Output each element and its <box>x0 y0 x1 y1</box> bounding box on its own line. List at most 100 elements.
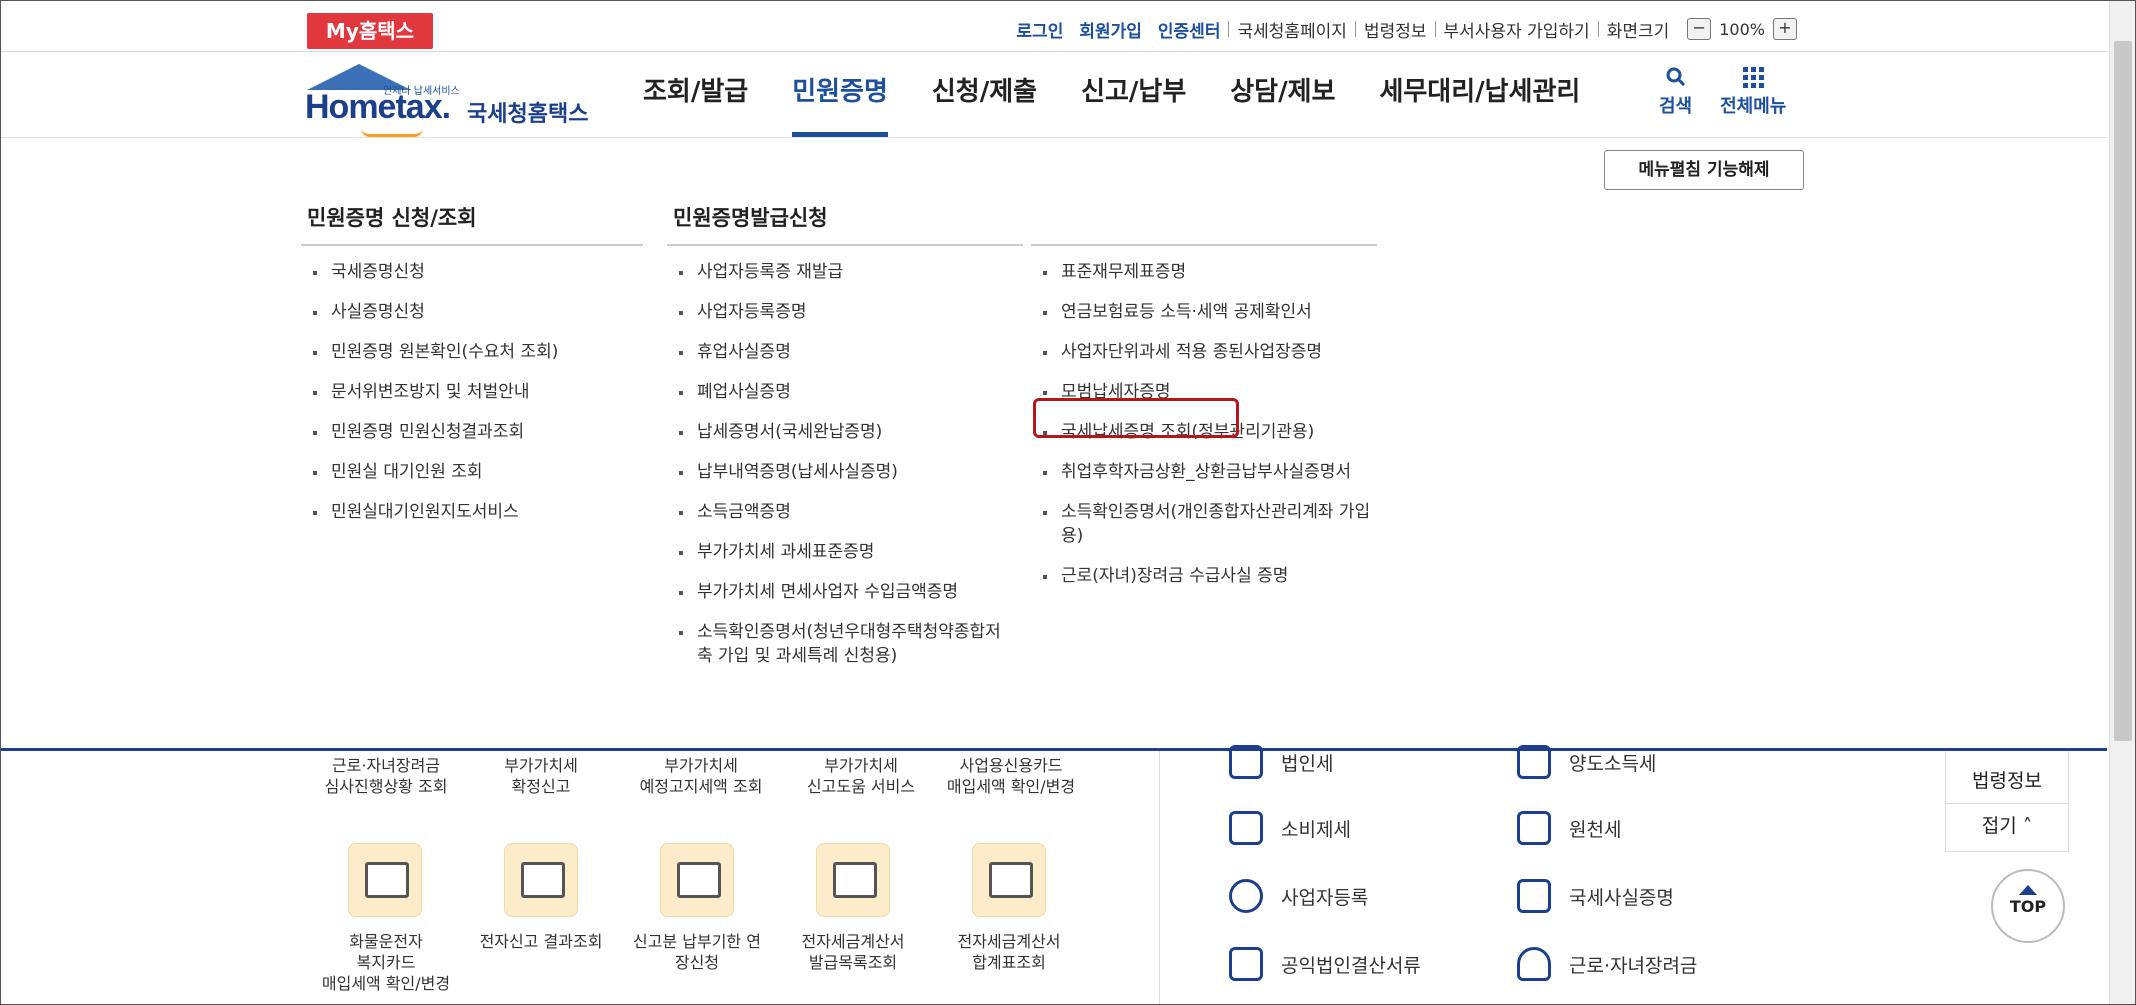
utility-bar: My홈택스 로그인 회원가입 인증센터 국세청홈페이지 법령정보 부서사용자 가… <box>1 1 2107 52</box>
menu-item[interactable]: 민원증명 원본확인(수요처 조회) <box>301 340 643 364</box>
menu-item[interactable]: 민원실 대기인원 조회 <box>301 460 643 484</box>
signup-link[interactable]: 회원가입 <box>1071 17 1150 42</box>
zoom-out-button[interactable]: − <box>1687 18 1712 40</box>
my-hometax-button[interactable]: My홈택스 <box>307 13 433 49</box>
diamond-icon <box>1229 811 1263 845</box>
tile-label[interactable]: 전자세금계산서 합계표조회 <box>931 931 1087 973</box>
tax-link-withholding[interactable]: 원천세 <box>1517 811 1621 845</box>
card-receipt-icon[interactable] <box>348 843 422 917</box>
tax-link-corporate[interactable]: 법인세 <box>1229 745 1333 779</box>
menu-item[interactable]: 사업자등록증명 <box>667 300 1005 324</box>
law-info-link[interactable]: 법령정보 <box>1356 17 1435 42</box>
menu-list: 국세증명신청 사실증명신청 민원증명 원본확인(수요처 조회) 문서위변조방지 … <box>301 246 643 524</box>
logo-swoosh <box>361 128 423 137</box>
menu-item[interactable]: 부가가치세 과세표준증명 <box>667 540 1005 564</box>
scroll-top-button[interactable]: TOP <box>1991 869 2065 943</box>
menu-item[interactable]: 근로(자녀)장려금 수급사실 증명 <box>1031 564 1377 588</box>
login-link[interactable]: 로그인 <box>1008 17 1071 42</box>
tile-glyph <box>989 862 1033 898</box>
side-quick-panel: 법령정보 접기 ˄ <box>1945 751 2069 852</box>
tax-link-transfer[interactable]: 양도소득세 <box>1517 745 1656 779</box>
tile-glyph <box>833 862 877 898</box>
tax-link-public-corp[interactable]: 공익법인결산서류 <box>1229 947 1421 981</box>
menu-item[interactable]: 민원실대기인원지도서비스 <box>301 500 643 524</box>
menu-list: 사업자등록증 재발급 사업자등록증명 휴업사실증명 폐업사실증명 납세증명서(국… <box>667 246 1005 684</box>
e-filing-result-icon[interactable] <box>504 843 578 917</box>
search-icon <box>1659 62 1692 92</box>
cert-center-link[interactable]: 인증센터 <box>1150 17 1229 42</box>
menu-item[interactable]: 국세증명신청 <box>301 260 643 284</box>
quick-link-label[interactable]: 사업용신용카드 매입세액 확인/변경 <box>931 755 1091 797</box>
menu-item[interactable]: 폐업사실증명 <box>667 380 1005 404</box>
nav-inquiry-issue[interactable]: 조회/발급 <box>621 52 770 137</box>
menu-item[interactable]: 납세증명서(국세완납증명) <box>667 420 1005 444</box>
menu-item[interactable]: 연금보험료등 소득·세액 공제확인서 <box>1031 300 1377 324</box>
menu-item[interactable]: 문서위변조방지 및 처벌안내 <box>301 380 643 404</box>
nts-homepage-link[interactable]: 국세청홈페이지 <box>1229 17 1354 42</box>
menu-item[interactable]: 사업자등록증 재발급 <box>667 260 1005 284</box>
menu-item[interactable]: 사업자단위과세 적용 종된사업장증명 <box>1031 340 1377 364</box>
vertical-scrollbar[interactable] <box>2109 1 2135 1004</box>
ledger-icon <box>1517 811 1551 845</box>
hometax-logo[interactable]: 언제나 납세서비스 Hometax. 국세청홈택스 <box>301 60 601 137</box>
side-law-info-link[interactable]: 법령정보 <box>1946 751 2068 804</box>
tile-glyph <box>365 862 409 898</box>
heart-icon <box>1517 947 1551 981</box>
logo-korean-name: 국세청홈택스 <box>467 102 589 127</box>
tax-link-incentive[interactable]: 근로·자녀장려금 <box>1517 947 1697 981</box>
page-content-behind: 근로·자녀장려금 심사진행상황 조회 부가가치세 확정신고 부가가치세 예정고지… <box>1 745 2107 1004</box>
nav-tax-agent[interactable]: 세무대리/납세관리 <box>1357 52 1602 137</box>
arrow-up-icon <box>2019 885 2037 895</box>
tile-label[interactable]: 전자신고 결과조회 <box>463 931 619 952</box>
tile-label[interactable]: 화물운전자 복지카드 매입세액 확인/변경 <box>301 931 471 994</box>
menu-item[interactable]: 사실증명신청 <box>301 300 643 324</box>
quick-link-label[interactable]: 부가가치세 예정고지세액 조회 <box>611 755 791 797</box>
quick-link-label[interactable]: 근로·자녀장려금 심사진행상황 조회 <box>301 755 471 797</box>
menu-item[interactable]: 소득금액증명 <box>667 500 1005 524</box>
search-button[interactable]: 검색 <box>1659 62 1692 118</box>
tile-label[interactable]: 신고분 납부기한 연 장신청 <box>619 931 775 973</box>
menu-column-rule <box>1031 202 1377 246</box>
tax-link-label: 양도소득세 <box>1569 752 1657 775</box>
menu-item[interactable]: 소득확인증명서(개인종합자산관리계좌 가입용) <box>1031 500 1377 548</box>
all-menu-button[interactable]: 전체메뉴 <box>1720 62 1786 118</box>
menu-item[interactable]: 민원증명 민원신청결과조회 <box>301 420 643 444</box>
search-label: 검색 <box>1659 96 1693 117</box>
menu-item[interactable]: 부가가치세 면세사업자 수입금액증명 <box>667 580 1005 604</box>
tax-link-consumption[interactable]: 소비제세 <box>1229 811 1351 845</box>
menu-item[interactable]: 소득확인증명서(청년우대형주택청약종합저축 가입 및 과세특례 신청용) <box>667 620 1005 668</box>
section-divider <box>1159 751 1160 1004</box>
dept-user-signup-link[interactable]: 부서사용자 가입하기 <box>1436 17 1598 42</box>
menu-item[interactable]: 납부내역증명(납세사실증명) <box>667 460 1005 484</box>
zoom-in-button[interactable]: + <box>1773 18 1797 40</box>
menu-unfold-toggle-button[interactable]: 메뉴펼침 기능해제 <box>1604 150 1804 190</box>
scrollbar-thumb[interactable] <box>2114 41 2132 741</box>
quick-link-label[interactable]: 부가가치세 확정신고 <box>471 755 611 797</box>
nav-application-submission[interactable]: 신청/제출 <box>910 52 1059 137</box>
nav-civil-certificates[interactable]: 민원증명 <box>770 52 910 137</box>
tax-link-label: 원천세 <box>1569 818 1622 841</box>
document-icon <box>1517 879 1551 913</box>
tax-link-label: 법인세 <box>1281 752 1334 775</box>
menu-item-standard-financial-statement[interactable]: 표준재무제표증명 <box>1031 260 1377 284</box>
document-pen-icon <box>1517 745 1551 779</box>
menu-item[interactable]: 취업후학자금상환_상환금납부사실증명서 <box>1031 460 1377 484</box>
nav-report-payment[interactable]: 신고/납부 <box>1059 52 1208 137</box>
tax-link-business-registration[interactable]: 사업자등록 <box>1229 879 1368 913</box>
tile-label[interactable]: 전자세금계산서 발급목록조회 <box>775 931 931 973</box>
zoom-value: 100% <box>1719 19 1765 39</box>
grid-icon <box>1720 62 1786 92</box>
side-fold-button[interactable]: 접기 ˄ <box>1946 804 2068 848</box>
tax-invoice-icon[interactable] <box>816 843 890 917</box>
quick-link-label[interactable]: 부가가치세 신고도움 서비스 <box>781 755 941 797</box>
menu-column-request: 민원증명 신청/조회 국세증명신청 사실증명신청 민원증명 원본확인(수요처 조… <box>301 202 643 540</box>
menu-item[interactable]: 휴업사실증명 <box>667 340 1005 364</box>
tax-link-fact-certificate[interactable]: 국세사실증명 <box>1517 879 1674 913</box>
tax-link-label: 사업자등록 <box>1281 886 1369 909</box>
calendar-icon[interactable] <box>660 843 734 917</box>
tax-invoice-summary-icon[interactable] <box>972 843 1046 917</box>
header-tools: 검색 전체메뉴 <box>1659 62 1786 118</box>
site-header: 언제나 납세서비스 Hometax. 국세청홈택스 조회/발급 민원증명 신청/… <box>1 52 2107 138</box>
nav-consult-report[interactable]: 상담/제보 <box>1208 52 1357 137</box>
building-icon <box>1229 745 1263 779</box>
